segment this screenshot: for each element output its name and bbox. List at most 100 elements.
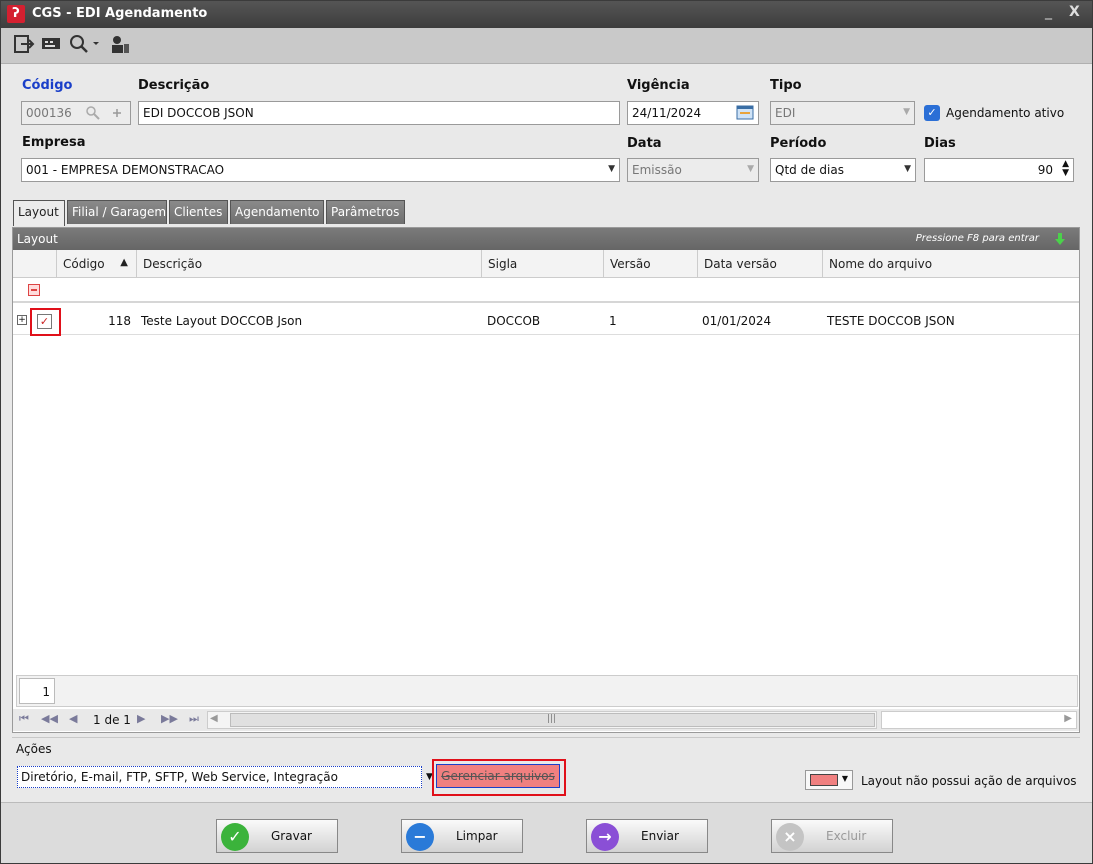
tipo-select[interactable]: EDI ▼	[770, 101, 915, 125]
main-window: ʔ CGS - EDI Agendamento _ X Código Descr…	[0, 0, 1093, 864]
scroll-left-icon[interactable]: ◀	[210, 713, 218, 724]
arrow-down-green-icon[interactable]	[1053, 232, 1067, 246]
tipo-label: Tipo	[770, 78, 802, 93]
vigencia-date-field[interactable]: 24/11/2024	[627, 101, 759, 125]
limpar-button[interactable]: − Limpar	[401, 819, 523, 853]
periodo-label: Período	[770, 136, 827, 151]
tab-agendamento[interactable]: Agendamento	[230, 200, 324, 224]
table-row[interactable]: + ✓ 118 Teste Layout DOCCOB Json DOCCOB …	[13, 308, 1079, 335]
panel-hint: Pressione F8 para entrar	[915, 233, 1039, 244]
cell-versao: 1	[609, 314, 617, 328]
column-header-nome-arquivo[interactable]: Nome do arquivo	[823, 250, 1079, 278]
navigator-bar: ⏮ ◀◀ ◀ 1 de 1 ▶ ▶▶ ⏭ ◀ ||| ▶	[13, 709, 1079, 731]
gravar-label: Gravar	[271, 829, 312, 843]
scroll-right-icon[interactable]: ▶	[1064, 713, 1072, 724]
agendamento-ativo-checkbox[interactable]: ✓	[924, 105, 940, 121]
action-bar: ✓ Gravar − Limpar → Enviar × Excluir	[1, 802, 1092, 863]
periodo-value: Qtd de dias	[775, 163, 844, 177]
tab-clientes[interactable]: Clientes	[169, 200, 228, 224]
codigo-label: Código	[22, 78, 73, 93]
chevron-down-icon: ▼	[904, 164, 911, 174]
column-header-versao[interactable]: Versão	[604, 250, 698, 278]
title-bar: ʔ CGS - EDI Agendamento _ X	[1, 1, 1092, 28]
minus-icon: −	[406, 823, 434, 851]
calendar-icon[interactable]	[736, 105, 754, 120]
column-header-data-versao[interactable]: Data versão	[698, 250, 823, 278]
dias-value: 90	[1037, 163, 1053, 177]
cell-data-versao: 01/01/2024	[702, 314, 772, 328]
sort-asc-icon: ▲	[120, 257, 128, 268]
enviar-button[interactable]: → Enviar	[586, 819, 708, 853]
lookup-search-icon[interactable]	[86, 106, 100, 120]
cell-sigla: DOCCOB	[487, 314, 541, 328]
tab-layout[interactable]: Layout	[13, 200, 65, 226]
filter-row	[13, 278, 1079, 303]
codigo-field[interactable]: 000136	[21, 101, 131, 125]
panel-title: Layout	[17, 232, 58, 246]
codigo-value: 000136	[26, 106, 72, 120]
keyboard-icon[interactable]	[41, 34, 63, 54]
grid-header-select[interactable]	[13, 250, 57, 278]
tab-filial-garagem[interactable]: Filial / Garagem	[67, 200, 167, 224]
empresa-label: Empresa	[22, 135, 86, 150]
page-info: 1 de 1	[93, 713, 131, 727]
gerenciar-arquivos-highlight	[432, 759, 566, 796]
chevron-down-icon: ▼	[903, 107, 910, 117]
next-page-icon[interactable]: ▶	[137, 712, 145, 725]
page-number-box[interactable]: 1	[19, 678, 55, 704]
chevron-down-icon: ▼	[841, 774, 848, 783]
grip-icon: |||	[547, 714, 557, 724]
next-page-group-icon[interactable]: ▶▶	[161, 712, 178, 725]
column-header-sigla[interactable]: Sigla	[482, 250, 604, 278]
exit-icon[interactable]	[13, 34, 35, 54]
acoes-select[interactable]: Diretório, E-mail, FTP, SFTP, Web Servic…	[17, 766, 422, 788]
scroll-thumb[interactable]: |||	[230, 713, 875, 727]
last-page-icon[interactable]: ⏭	[189, 712, 199, 726]
window-title: CGS - EDI Agendamento	[32, 6, 208, 21]
column-header-codigo[interactable]: Código ▲	[57, 250, 137, 278]
expand-row-icon[interactable]: +	[17, 315, 27, 325]
acoes-label: Ações	[16, 742, 52, 756]
delete-x-icon: ×	[776, 823, 804, 851]
vigencia-value: 24/11/2024	[632, 106, 702, 120]
enviar-label: Enviar	[641, 829, 679, 843]
acoes-value: Diretório, E-mail, FTP, SFTP, Web Servic…	[21, 770, 338, 784]
empresa-select[interactable]: 001 - EMPRESA DEMONSTRACAO ▼	[21, 158, 620, 182]
scroll-track-right[interactable]: ▶	[881, 711, 1077, 729]
minimize-button[interactable]: _	[1045, 4, 1052, 20]
layout-panel: Layout Pressione F8 para entrar Código ▲…	[12, 227, 1080, 733]
horizontal-scrollbar[interactable]: ◀ |||	[207, 711, 877, 729]
legend-swatch	[810, 774, 838, 786]
tipo-value: EDI	[775, 106, 796, 120]
checkmark-icon: ✓	[221, 823, 249, 851]
prev-page-icon[interactable]: ◀	[69, 712, 77, 725]
search-icon[interactable]	[69, 34, 103, 54]
dias-stepper[interactable]: 90 ▲ ▼	[924, 158, 1074, 182]
filter-clear-icon[interactable]	[28, 284, 40, 296]
panel-header: Layout Pressione F8 para entrar	[13, 228, 1079, 250]
data-select[interactable]: Emissão ▼	[627, 158, 759, 182]
periodo-select[interactable]: Qtd de dias ▼	[770, 158, 916, 182]
toolbar	[1, 28, 1092, 64]
chevron-down-icon: ▼	[608, 164, 615, 174]
tab-parametros[interactable]: Parâmetros	[326, 200, 405, 224]
legend-color-picker[interactable]: ▼	[805, 770, 853, 790]
dias-label: Dias	[924, 136, 956, 151]
cell-codigo: 118	[108, 314, 131, 328]
spin-arrows-icon[interactable]: ▲ ▼	[1062, 160, 1069, 178]
users-icon[interactable]	[109, 34, 131, 54]
grid-header: Código ▲ Descrição Sigla Versão Data ver…	[13, 250, 1079, 278]
agendamento-ativo-label: Agendamento ativo	[946, 106, 1065, 120]
excluir-button[interactable]: × Excluir	[771, 819, 893, 853]
acoes-section: Ações Diretório, E-mail, FTP, SFTP, Web …	[12, 737, 1080, 797]
first-page-icon[interactable]: ⏮	[19, 712, 29, 726]
descricao-field[interactable]: EDI DOCCOB JSON	[138, 101, 620, 125]
vigencia-label: Vigência	[627, 78, 690, 93]
column-header-descricao[interactable]: Descrição	[137, 250, 482, 278]
page-selector: 1	[16, 675, 1078, 707]
close-button[interactable]: X	[1069, 4, 1080, 20]
gravar-button[interactable]: ✓ Gravar	[216, 819, 338, 853]
excluir-label: Excluir	[826, 829, 867, 843]
prev-page-group-icon[interactable]: ◀◀	[41, 712, 58, 725]
add-icon[interactable]	[112, 108, 122, 118]
